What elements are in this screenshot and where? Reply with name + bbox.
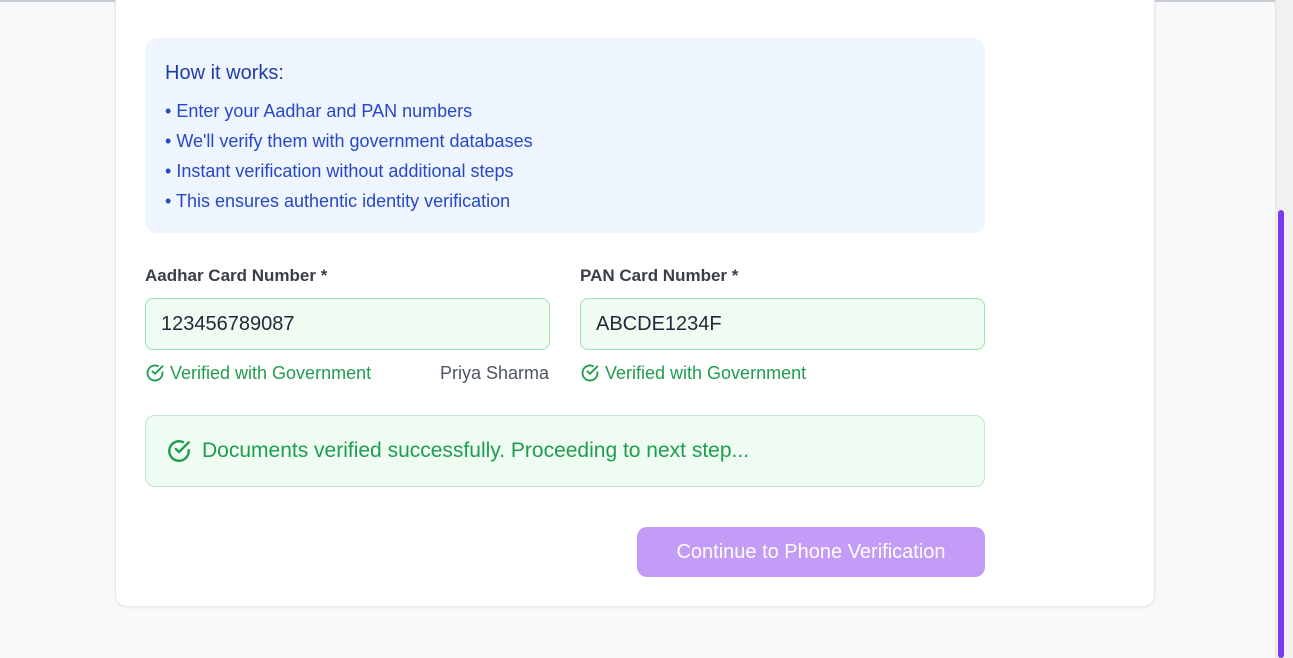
list-item: Instant verification without additional … [165, 160, 533, 190]
scrollbar-thumb[interactable] [1278, 210, 1284, 658]
list-item: We'll verify them with government databa… [165, 130, 532, 160]
success-message: Documents verified successfully. Proceed… [202, 439, 750, 462]
continue-button[interactable]: Continue to Phone Verification [637, 527, 985, 577]
aadhar-holder-name: Priya Sharma [440, 363, 550, 383]
aadhar-verified-text: Verified with Government [170, 362, 372, 383]
how-it-works-box: How it works: Enter your Aadhar and PAN … [145, 38, 985, 233]
how-it-works-title: How it works: [165, 62, 284, 84]
pan-input[interactable] [580, 298, 985, 350]
pan-verified-text: Verified with Government [605, 362, 807, 383]
aadhar-verified-status: Verified with Government [145, 362, 371, 384]
aadhar-label: Aadhar Card Number * [145, 266, 328, 285]
aadhar-input[interactable] [145, 298, 550, 350]
check-circle-icon [146, 364, 164, 382]
pan-verified-status: Verified with Government [580, 362, 806, 384]
how-it-works-list: Enter your Aadhar and PAN numbers We'll … [165, 100, 533, 220]
success-alert: Documents verified successfully. Proceed… [145, 415, 985, 487]
list-item: Enter your Aadhar and PAN numbers [165, 100, 533, 130]
list-item: This ensures authentic identity verifica… [165, 190, 533, 220]
pan-label: PAN Card Number * [580, 266, 739, 285]
check-circle-icon [581, 364, 599, 382]
check-circle-icon [168, 440, 190, 462]
